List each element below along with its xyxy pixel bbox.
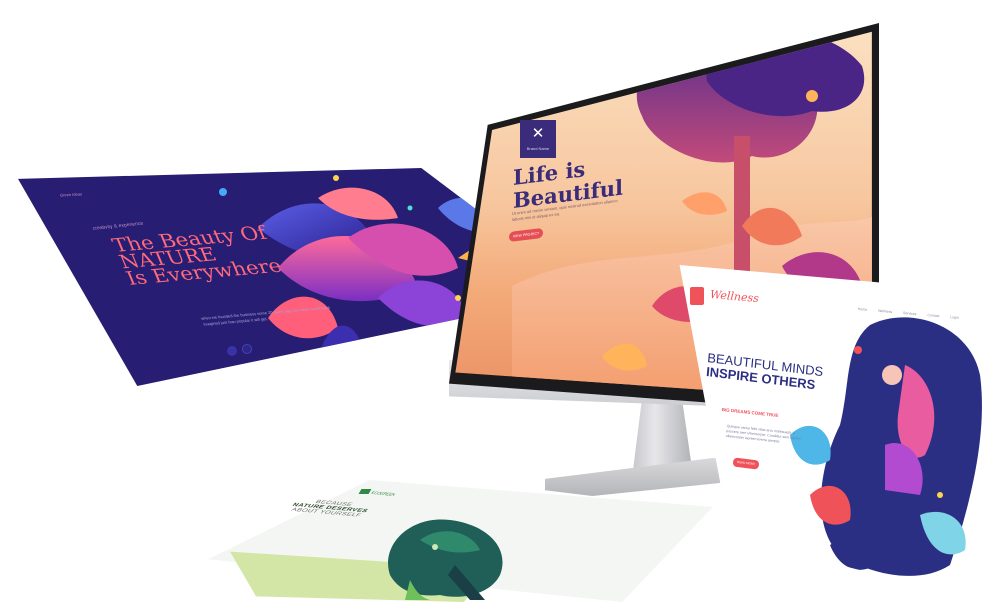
nature-next-button[interactable] xyxy=(242,344,252,354)
wellness-logo-icon xyxy=(690,287,704,305)
nature-play-button[interactable] xyxy=(227,346,237,356)
wellness-nav-item[interactable]: Home xyxy=(858,307,868,312)
eco-dinosaur-illustration xyxy=(388,519,503,600)
brand-name: Brand Name xyxy=(526,146,550,151)
brand-mark-icon: ✕ xyxy=(531,125,545,142)
wellness-nav-item[interactable]: Login xyxy=(950,315,959,320)
brand-logo-tile[interactable]: ✕ Brand Name xyxy=(520,120,556,158)
